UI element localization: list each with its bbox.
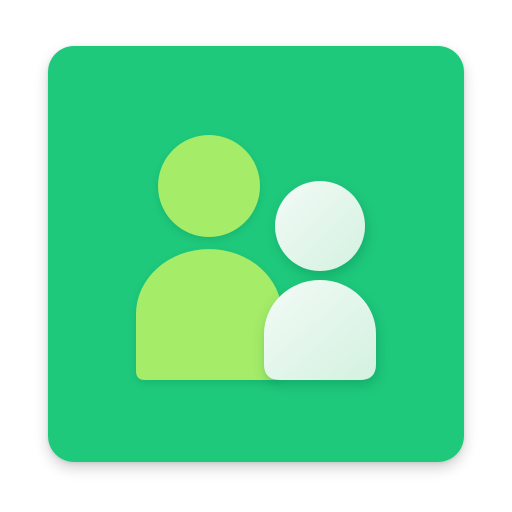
- people-icon: [48, 46, 464, 462]
- icon-tile: [48, 46, 464, 462]
- screen: [0, 0, 512, 512]
- primary-person-head: [158, 135, 260, 237]
- secondary-person-head: [275, 181, 365, 271]
- primary-person-body: [136, 249, 282, 380]
- contacts-app-icon[interactable]: [48, 46, 464, 462]
